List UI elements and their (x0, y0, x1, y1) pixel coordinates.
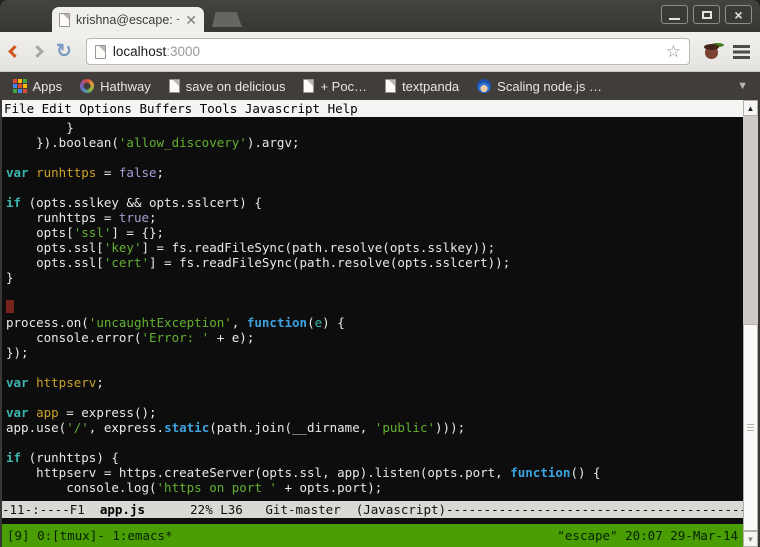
bookmark-scaling-node-js[interactable]: Scaling node.js … (470, 74, 609, 98)
bookmark-star-icon[interactable]: ☆ (666, 42, 681, 62)
bookmark-textpanda[interactable]: textpanda (378, 74, 466, 98)
code-line: -11-:----F1 app.js 22% L36 Git-master (J… (2, 501, 743, 518)
code-line (6, 150, 743, 165)
megaman-favicon (477, 79, 491, 93)
bookmark-hathway[interactable]: Hathway (73, 74, 158, 98)
bookmark-label: save on delicious (186, 79, 286, 94)
browser-tab[interactable]: krishna@escape: ~ ✕ (52, 7, 204, 32)
browser-window: krishna@escape: ~ ✕ × ↻ localhost:3000 ☆… (0, 0, 760, 547)
bookmark-apps[interactable]: Apps (6, 74, 69, 98)
code-line: process.on('uncaughtException', function… (6, 315, 743, 330)
code-line: runhttps = true; (6, 210, 743, 225)
close-icon: × (734, 9, 742, 21)
code-line: }).boolean('allow_discovery').argv; (6, 135, 743, 150)
bookmark-label: Scaling node.js … (497, 79, 602, 94)
code-line (6, 435, 743, 450)
scroll-up-icon[interactable]: ▲ (743, 100, 758, 116)
new-tab-button[interactable] (212, 12, 242, 27)
code-line (6, 300, 743, 315)
bookmark-label: textpanda (402, 79, 459, 94)
acorn-extension-icon[interactable] (704, 43, 719, 60)
code-line: var app = express(); (6, 405, 743, 420)
browser-toolbar: ↻ localhost:3000 ☆ (0, 32, 760, 72)
page-icon (169, 79, 180, 93)
minimize-icon (669, 18, 680, 20)
bookmark-label: Apps (33, 79, 63, 94)
emacs-menubar[interactable]: File Edit Options Buffers Tools Javascri… (2, 100, 743, 117)
code-line: var httpserv; (6, 375, 743, 390)
close-button[interactable]: × (725, 5, 752, 24)
forward-button[interactable] (31, 45, 44, 58)
code-line: opts.ssl['key'] = fs.readFileSync(path.r… (6, 240, 743, 255)
tmux-statusbar: [9] 0:[tmux]- 1:emacs* "escape" 20:07 29… (2, 524, 743, 547)
bookmarks-bar: Apps Hathway save on delicious + Poc… textpa… (0, 72, 760, 100)
maximize-icon (702, 11, 712, 19)
code-line (6, 390, 743, 405)
back-button[interactable] (8, 45, 21, 58)
code-line: if (opts.sslkey && opts.sslcert) { (6, 195, 743, 210)
code-line (6, 360, 743, 375)
tmux-right: "escape" 20:07 29-Mar-14 (557, 528, 738, 543)
code-line: }); (6, 345, 743, 360)
code-line: httpserv = https.createServer(opts.ssl, … (6, 465, 743, 480)
window-controls: × (661, 5, 752, 24)
code-editor[interactable]: } }).boolean('allow_discovery').argv;var… (2, 117, 743, 501)
minimize-button[interactable] (661, 5, 688, 24)
code-line: if (runhttps) { (6, 450, 743, 465)
code-line: console.error('Error: ' + e); (6, 330, 743, 345)
terminal-page: File Edit Options Buffers Tools Javascri… (2, 100, 743, 547)
page-security-icon (95, 45, 106, 59)
url-input[interactable]: localhost:3000 (113, 44, 659, 59)
scrollbar-track[interactable] (743, 116, 758, 531)
bookmark-save-on-delicious[interactable]: save on delicious (162, 74, 293, 98)
code-line (6, 180, 743, 195)
code-line: var runhttps = false; (6, 165, 743, 180)
scrollbar[interactable]: ▲ ▼ (743, 100, 758, 547)
window-titlebar[interactable]: krishna@escape: ~ ✕ × (0, 0, 760, 32)
tab-title: krishna@escape: ~ (76, 13, 179, 27)
page-content: File Edit Options Buffers Tools Javascri… (2, 100, 758, 547)
bookmark-label: Hathway (100, 79, 151, 94)
hamburger-menu-icon[interactable] (733, 45, 750, 48)
url-port: :3000 (166, 44, 200, 59)
scrollbar-thumb[interactable] (743, 324, 758, 532)
bookmark-label: + Poc… (320, 79, 367, 94)
tab-favicon-icon (59, 13, 70, 27)
scroll-down-icon[interactable]: ▼ (743, 531, 758, 547)
code-line: opts.ssl['cert'] = fs.readFileSync(path.… (6, 255, 743, 270)
apps-grid-icon (13, 79, 17, 83)
code-line: app.use('/', express.static(path.join(__… (6, 420, 743, 435)
code-line: console.log('https on port ' + opts.port… (6, 480, 743, 495)
page-icon (303, 79, 314, 93)
reload-button[interactable]: ↻ (56, 42, 72, 61)
address-bar[interactable]: localhost:3000 ☆ (86, 38, 690, 65)
url-host: localhost (113, 44, 166, 59)
tmux-left: [9] 0:[tmux]- 1:emacs* (7, 528, 173, 543)
code-line: } (6, 120, 743, 135)
bookmark-poc[interactable]: + Poc… (296, 74, 374, 98)
code-line: } (6, 270, 743, 285)
bookmarks-overflow-chevron-icon[interactable]: ▼ (731, 80, 754, 92)
hathway-favicon (80, 79, 94, 93)
code-line (6, 285, 743, 300)
tab-close-icon[interactable]: ✕ (185, 13, 197, 27)
text-cursor (6, 300, 14, 313)
code-line: opts['ssl'] = {}; (6, 225, 743, 240)
scrollbar-grip (747, 427, 754, 428)
maximize-button[interactable] (693, 5, 720, 24)
page-icon (385, 79, 396, 93)
emacs-modeline: -11-:----F1 app.js 22% L36 Git-master (J… (2, 501, 743, 518)
